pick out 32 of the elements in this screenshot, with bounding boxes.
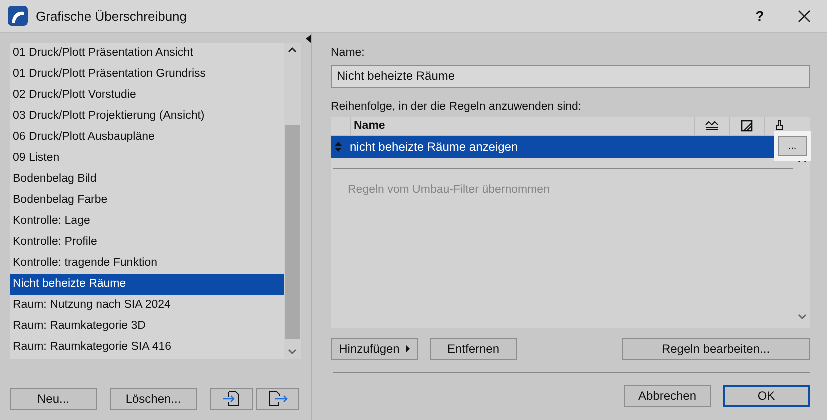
add-button[interactable]: Hinzufügen [331, 338, 418, 360]
name-field[interactable]: Nicht beheizte Räume [331, 65, 810, 88]
column-header: Name [350, 117, 694, 135]
override-list-item[interactable]: Kontrolle: tragende Funktion [10, 253, 284, 274]
override-list-item[interactable]: 06 Druck/Plott Ausbaupläne [10, 127, 284, 148]
override-list-item[interactable]: Bodenbelag Farbe [10, 190, 284, 211]
delete-button[interactable]: Löschen... [110, 388, 197, 410]
new-button[interactable]: Neu... [10, 388, 97, 410]
rule-name: nicht beheizte Räume anzeigen [350, 140, 520, 154]
edit-rules-button[interactable]: Regeln bearbeiten... [622, 338, 810, 360]
override-list-item[interactable]: Raum: Nutzung nach SIA 2024 [10, 295, 284, 316]
override-list-item[interactable]: Raum: Raumkategorie SIA 416 [10, 337, 284, 358]
rules-order-label: Reihenfolge, in der die Regeln anzuwenden sind: [331, 101, 583, 113]
help-button[interactable]: ? [739, 5, 781, 27]
rule-row[interactable]: nicht beheizte Räume anzeigen [331, 136, 774, 158]
override-list-item[interactable]: 03 Druck/Plott Projektierung (Ansicht) [10, 106, 284, 127]
override-list-item[interactable]: Raum: Raumkategorie 3D [10, 316, 284, 337]
cancel-button[interactable]: Abbrechen [624, 385, 711, 407]
remove-button[interactable]: Entfernen [430, 338, 517, 360]
window-title: Grafische Überschreibung [36, 8, 188, 24]
rule-options-button[interactable]: ... [778, 136, 807, 156]
override-list-item[interactable]: 02 Druck/Plott Vorstudie [10, 85, 284, 106]
override-list-item[interactable]: Kontrolle: Lage [10, 211, 284, 232]
name-label: Name: [331, 47, 366, 59]
override-list-item[interactable]: 01 Druck/Plott Präsentation Grundriss [10, 64, 284, 85]
ok-button[interactable]: OK [723, 385, 810, 407]
override-list-item[interactable]: Kontrolle: Profile [10, 232, 284, 253]
override-list-item[interactable]: Bodenbelag Bild [10, 169, 284, 190]
override-list-item[interactable]: 09 Listen [10, 148, 284, 169]
inherited-rules-note: Regeln vom Umbau-Filter übernommen [348, 184, 551, 196]
override-list-item[interactable]: Nicht beheizte Räume [10, 274, 284, 295]
override-list-item[interactable]: 01 Druck/Plott Präsentation Ansicht [10, 43, 284, 64]
